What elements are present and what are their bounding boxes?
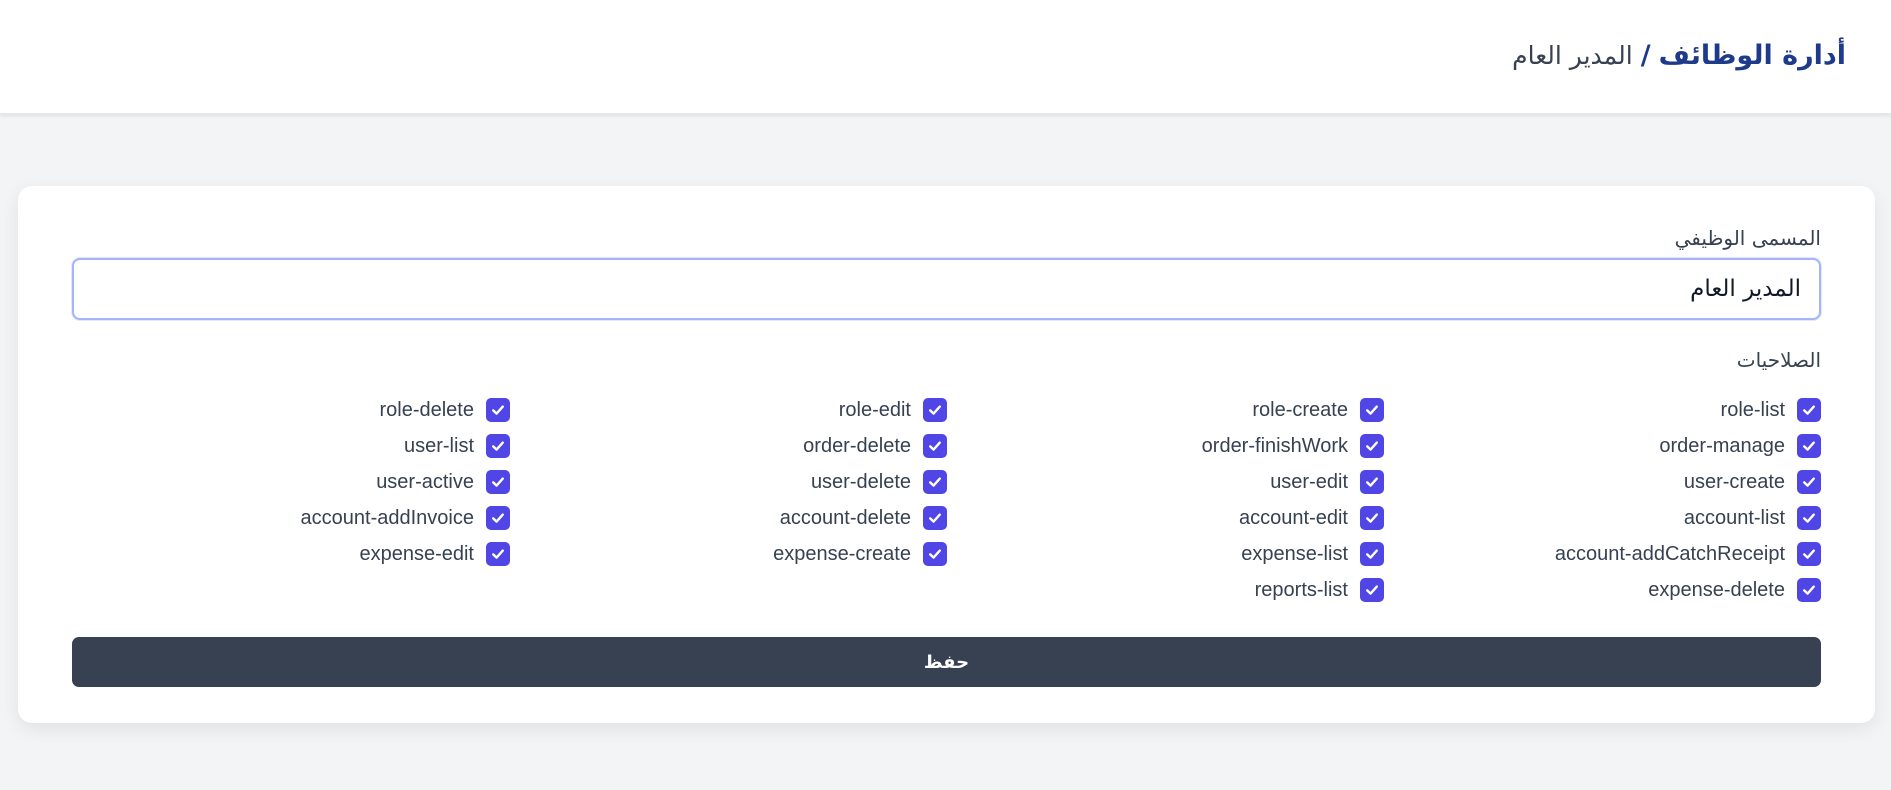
breadcrumb-current: المدير العام <box>1512 41 1633 70</box>
permission-label: user-list <box>403 434 474 457</box>
permission-checkbox[interactable] <box>923 398 947 422</box>
permission-label: role-create <box>1252 398 1348 421</box>
checkmark-icon <box>1366 477 1378 487</box>
permission-checkbox[interactable] <box>923 434 947 458</box>
permission-item[interactable]: role-create <box>947 398 1384 422</box>
permission-item[interactable]: role-list <box>1384 398 1821 422</box>
permission-label: expense-edit <box>359 542 474 565</box>
permission-checkbox[interactable] <box>486 434 510 458</box>
top-bar: أدارة الوظائف /المدير العام <box>0 0 1891 114</box>
permission-item[interactable]: role-edit <box>510 398 947 422</box>
permission-item[interactable]: user-create <box>1384 470 1821 494</box>
permission-checkbox[interactable] <box>923 506 947 530</box>
checkmark-icon <box>1803 585 1815 595</box>
checkmark-icon <box>1803 513 1815 523</box>
checkmark-icon <box>492 405 504 415</box>
permission-checkbox[interactable] <box>1360 506 1384 530</box>
permission-item[interactable]: order-delete <box>510 434 947 458</box>
permission-item[interactable]: account-delete <box>510 506 947 530</box>
checkmark-icon <box>1366 585 1378 595</box>
permission-checkbox[interactable] <box>486 470 510 494</box>
permission-checkbox[interactable] <box>1797 470 1821 494</box>
permission-label: account-list <box>1683 506 1785 529</box>
permission-label: user-delete <box>810 470 911 493</box>
permission-checkbox[interactable] <box>1360 542 1384 566</box>
checkmark-icon <box>1803 477 1815 487</box>
permission-checkbox[interactable] <box>1360 434 1384 458</box>
permissions-label: الصلاحيات <box>1736 348 1821 372</box>
checkmark-icon <box>1803 549 1815 559</box>
permission-item[interactable]: role-delete <box>73 398 510 422</box>
checkmark-icon <box>1366 405 1378 415</box>
checkmark-icon <box>492 477 504 487</box>
permission-label: expense-list <box>1241 542 1348 565</box>
permission-checkbox[interactable] <box>486 398 510 422</box>
permission-item[interactable]: expense-list <box>947 542 1384 566</box>
role-form-card: المسمى الوظيفي الصلاحيات role-list role-c… <box>18 186 1875 723</box>
checkmark-icon <box>929 477 941 487</box>
checkmark-icon <box>1366 549 1378 559</box>
permission-label: user-edit <box>1270 470 1348 493</box>
permission-item[interactable]: reports-list <box>947 578 1384 602</box>
permission-item[interactable]: order-manage <box>1384 434 1821 458</box>
permission-label: order-delete <box>803 434 911 457</box>
checkmark-icon <box>929 549 941 559</box>
job-title-input[interactable] <box>72 258 1821 320</box>
checkmark-icon <box>1803 441 1815 451</box>
permission-item[interactable]: user-delete <box>510 470 947 494</box>
checkmark-icon <box>492 513 504 523</box>
permission-checkbox[interactable] <box>1360 578 1384 602</box>
permission-label: role-delete <box>379 398 474 421</box>
permission-checkbox[interactable] <box>1360 398 1384 422</box>
permission-item[interactable]: user-active <box>73 470 510 494</box>
checkmark-icon <box>929 513 941 523</box>
permissions-grid: role-list role-create role-edit role-delete… <box>72 398 1821 602</box>
checkmark-icon <box>1366 513 1378 523</box>
permission-label: role-list <box>1720 398 1785 421</box>
permission-label: user-create <box>1683 470 1785 493</box>
permission-label: role-edit <box>838 398 911 421</box>
checkmark-icon <box>492 549 504 559</box>
checkmark-icon <box>1366 441 1378 451</box>
permission-label: expense-delete <box>1648 578 1785 601</box>
permission-checkbox[interactable] <box>923 542 947 566</box>
permission-checkbox[interactable] <box>1797 398 1821 422</box>
permission-item[interactable]: expense-delete <box>1384 578 1821 602</box>
permission-checkbox[interactable] <box>1797 542 1821 566</box>
save-button[interactable]: حفظ <box>72 637 1821 687</box>
permission-checkbox[interactable] <box>1797 578 1821 602</box>
checkmark-icon <box>1803 405 1815 415</box>
permission-item[interactable]: expense-create <box>510 542 947 566</box>
checkmark-icon <box>492 441 504 451</box>
permission-item[interactable]: account-addInvoice <box>73 506 510 530</box>
checkmark-icon <box>929 405 941 415</box>
permission-item[interactable]: order-finishWork <box>947 434 1384 458</box>
permission-checkbox[interactable] <box>923 470 947 494</box>
permission-label: account-addInvoice <box>300 506 474 529</box>
permission-item[interactable]: account-list <box>1384 506 1821 530</box>
permission-checkbox[interactable] <box>486 506 510 530</box>
permission-checkbox[interactable] <box>486 542 510 566</box>
permission-item[interactable]: account-addCatchReceipt <box>1384 542 1821 566</box>
permission-label: reports-list <box>1254 578 1348 601</box>
permission-label: account-edit <box>1239 506 1348 529</box>
permission-checkbox[interactable] <box>1360 470 1384 494</box>
breadcrumb: أدارة الوظائف /المدير العام <box>1512 36 1846 76</box>
breadcrumb-separator: / <box>1640 40 1651 71</box>
permission-label: account-delete <box>779 506 911 529</box>
permission-item[interactable]: user-list <box>73 434 510 458</box>
job-title-label: المسمى الوظيفي <box>1674 226 1821 250</box>
permission-label: account-addCatchReceipt <box>1554 542 1785 565</box>
permission-item[interactable]: expense-edit <box>73 542 510 566</box>
permission-label: expense-create <box>773 542 911 565</box>
permission-label: order-finishWork <box>1201 434 1348 457</box>
permission-label: order-manage <box>1659 434 1785 457</box>
permission-item[interactable]: user-edit <box>947 470 1384 494</box>
permission-checkbox[interactable] <box>1797 434 1821 458</box>
checkmark-icon <box>929 441 941 451</box>
permission-label: user-active <box>376 470 474 493</box>
breadcrumb-root-link[interactable]: أدارة الوظائف <box>1659 40 1846 71</box>
permission-checkbox[interactable] <box>1797 506 1821 530</box>
permission-item[interactable]: account-edit <box>947 506 1384 530</box>
